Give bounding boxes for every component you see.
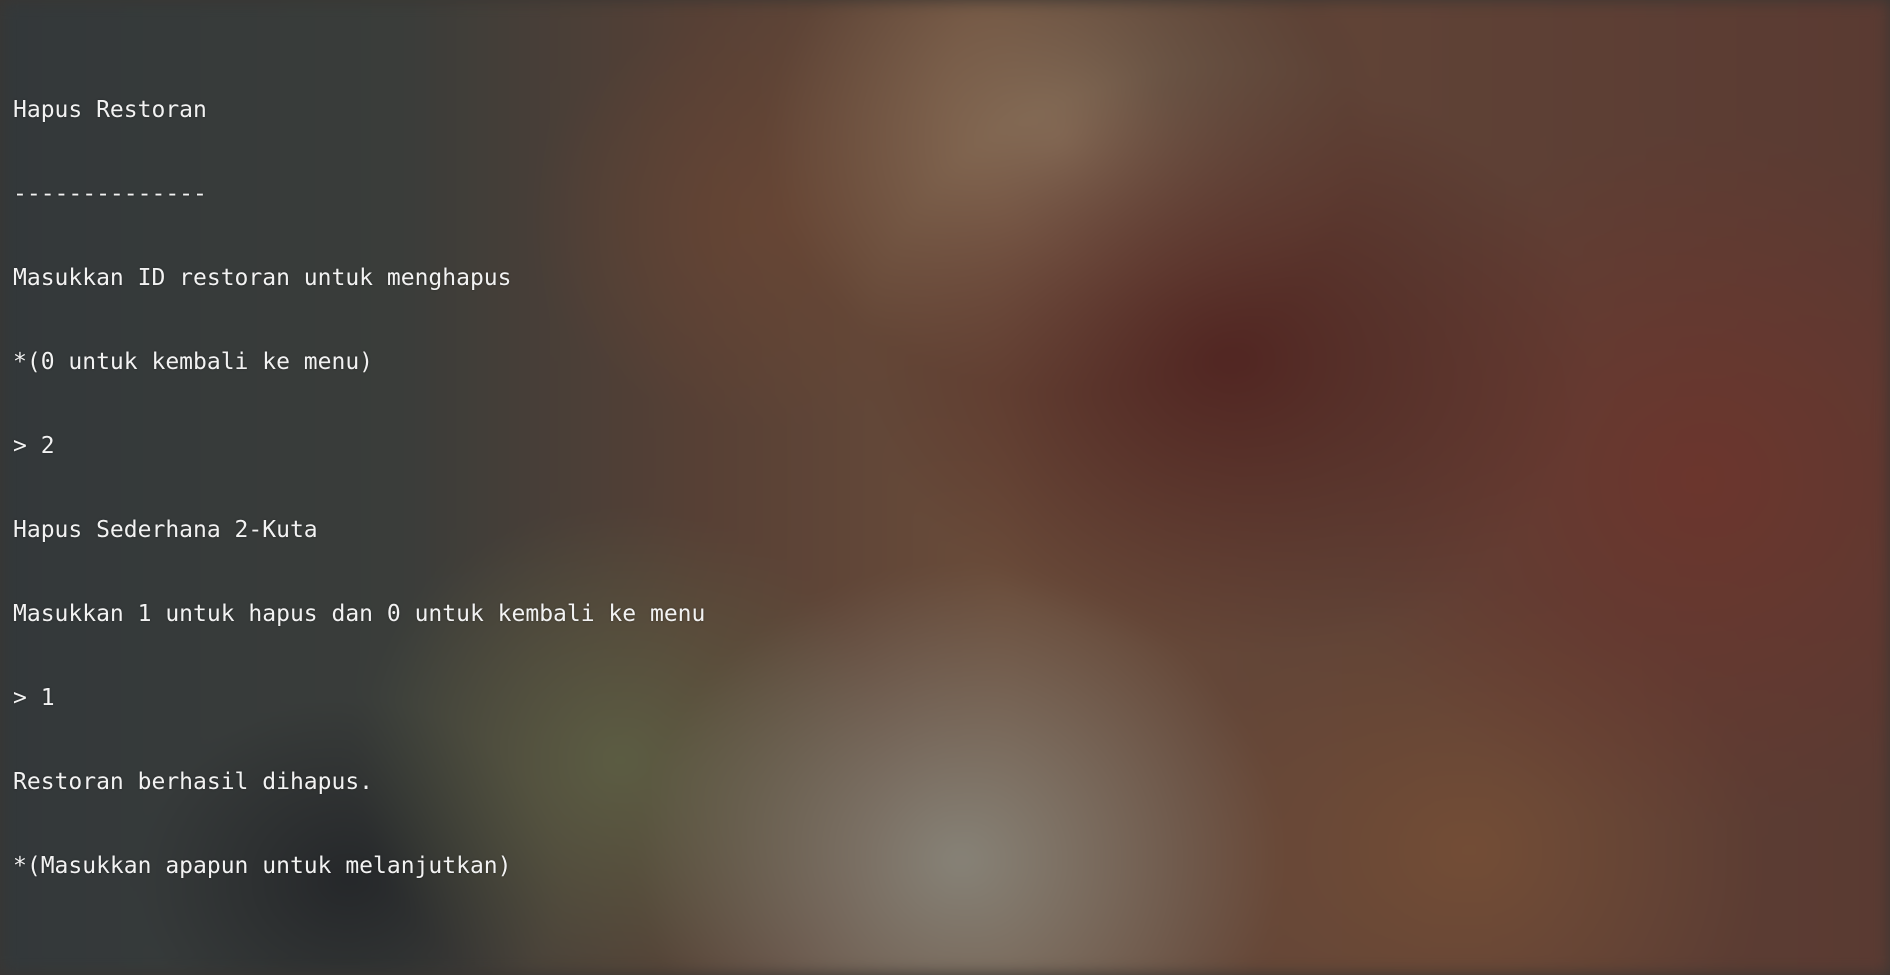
title-divider: -------------- [13, 181, 207, 207]
success-message: Restoran berhasil dihapus. [13, 769, 374, 795]
prompt-confirm-delete: Masukkan 1 untuk hapus dan 0 untuk kemba… [13, 601, 706, 627]
user-input-restaurant-id: > 2 [13, 433, 55, 459]
screen-title: Hapus Restoran [13, 97, 207, 123]
user-input-confirm: > 1 [13, 685, 55, 711]
prompt-press-any-key[interactable]: *(Masukkan apapun untuk melanjutkan) [13, 852, 1873, 880]
hint-back-to-menu: *(0 untuk kembali ke menu) [13, 349, 374, 375]
terminal-output[interactable]: Hapus Restoran -------------- Masukkan I… [13, 40, 1873, 908]
prompt-enter-restaurant-id: Masukkan ID restoran untuk menghapus [13, 265, 512, 291]
selected-restaurant-line: Hapus Sederhana 2-Kuta [13, 517, 318, 543]
